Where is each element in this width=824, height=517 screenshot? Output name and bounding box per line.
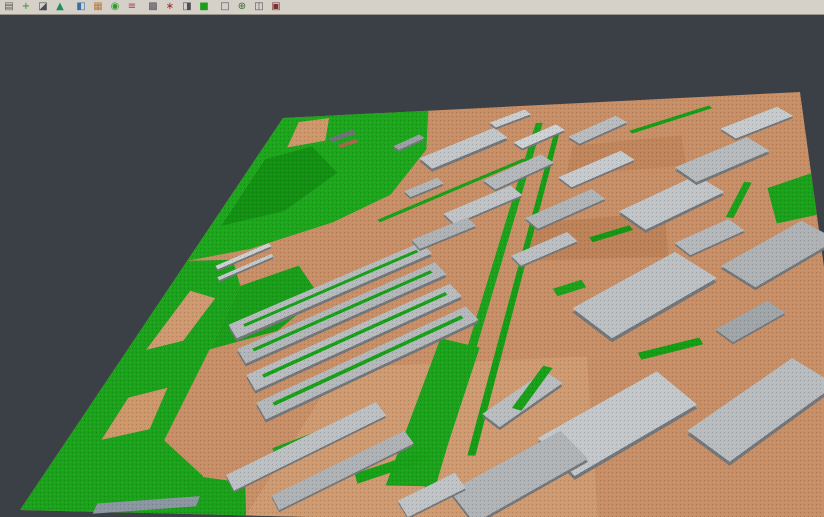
settings-icon[interactable]: ∗ bbox=[163, 1, 177, 14]
info-icon[interactable]: ▣ bbox=[269, 1, 283, 14]
point-cloud-icon[interactable]: ▩ bbox=[146, 1, 160, 14]
application-window: ▤+◪▲ ◧▦◉≡ ▩∗◨■ □⊕◫▣ bbox=[0, 0, 824, 517]
ortho-view-icon[interactable]: ◧ bbox=[74, 1, 88, 14]
terrain-icon[interactable]: ▲ bbox=[53, 1, 67, 14]
open-project-icon[interactable]: ▤ bbox=[2, 1, 16, 14]
snapshot-icon[interactable]: ◫ bbox=[252, 1, 266, 14]
crop-icon[interactable]: □ bbox=[218, 1, 232, 14]
toolbar: ▤+◪▲ ◧▦◉≡ ▩∗◨■ □⊕◫▣ bbox=[0, 0, 824, 15]
save-icon[interactable]: ◪ bbox=[36, 1, 50, 14]
texture-icon[interactable]: ▦ bbox=[91, 1, 105, 14]
layers-icon[interactable]: ≡ bbox=[125, 1, 139, 14]
globe-icon[interactable]: ⊕ bbox=[235, 1, 249, 14]
add-data-icon[interactable]: + bbox=[19, 1, 33, 14]
vegetation-class-icon[interactable]: ■ bbox=[197, 1, 211, 14]
classification-icon[interactable]: ◉ bbox=[108, 1, 122, 14]
toolbar-icon-group: ▤+◪▲ ◧▦◉≡ ▩∗◨■ □⊕◫▣ bbox=[2, 1, 283, 14]
viewport-3d[interactable] bbox=[0, 15, 824, 517]
mesh-icon[interactable]: ◨ bbox=[180, 1, 194, 14]
